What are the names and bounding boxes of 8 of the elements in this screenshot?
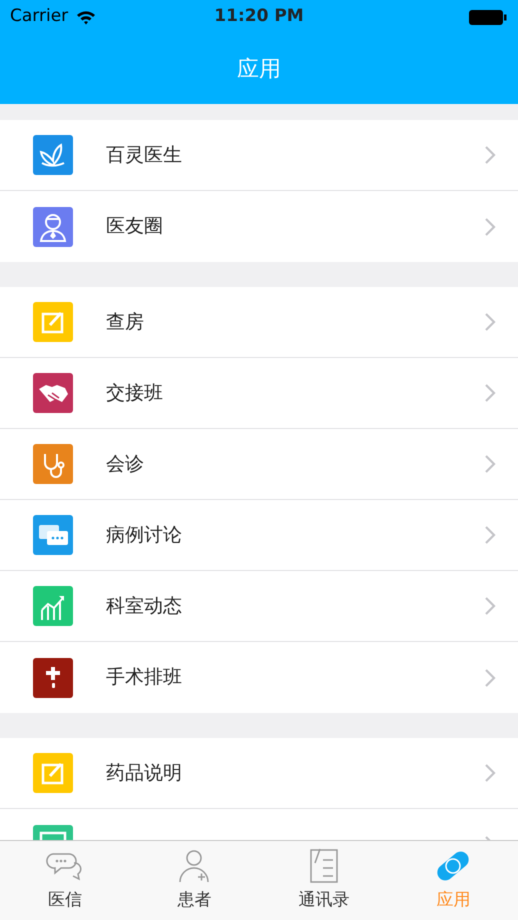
clock-time: 11:20 PM xyxy=(214,5,304,28)
carrier-name: Carrier xyxy=(10,5,68,28)
tab[interactable]: 患者 xyxy=(130,841,259,920)
page-title: 应用 xyxy=(237,56,281,84)
tab[interactable]: 医信 xyxy=(0,841,130,920)
battery-icon xyxy=(468,8,508,26)
wifi-icon xyxy=(76,9,96,25)
tab[interactable]: 通讯录 xyxy=(259,841,388,920)
